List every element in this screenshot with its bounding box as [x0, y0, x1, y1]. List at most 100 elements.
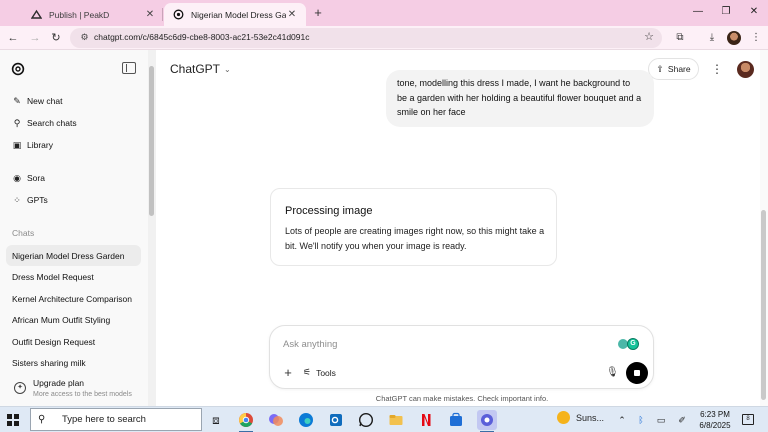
- clock-date: 6/8/2025: [699, 420, 731, 430]
- reload-button[interactable]: ↻: [48, 30, 64, 46]
- share-icon: ⇪: [656, 63, 664, 74]
- disclaimer-text: ChatGPT can make mistakes. Check importa…: [375, 394, 549, 403]
- bluetooth-icon[interactable]: ᛒ: [634, 413, 648, 427]
- task-view-icon[interactable]: ⧈: [206, 410, 226, 430]
- close-window-button[interactable]: ✕: [740, 4, 768, 20]
- bookmark-star-icon[interactable]: ☆: [644, 31, 654, 44]
- whatsapp-icon[interactable]: [356, 410, 376, 430]
- tab-chatgpt[interactable]: Nigerian Model Dress Garden ✕: [164, 3, 306, 26]
- microphone-icon[interactable]: 🎙: [606, 366, 619, 380]
- add-attachment-icon[interactable]: +: [281, 366, 295, 380]
- new-tab-button[interactable]: +: [310, 5, 326, 21]
- netflix-icon[interactable]: [416, 410, 436, 430]
- taskbar-search-box[interactable]: ⚲ Type here to search: [30, 408, 202, 431]
- notification-count: 8: [746, 416, 750, 422]
- minimize-button[interactable]: —: [684, 4, 712, 20]
- tab-peakd[interactable]: Publish | PeakD ✕: [22, 3, 164, 26]
- microsoft-store-icon[interactable]: [446, 410, 466, 430]
- close-icon[interactable]: ✕: [286, 9, 298, 21]
- sidebar-item-label: New chat: [27, 96, 63, 106]
- copilot-icon[interactable]: [266, 410, 286, 430]
- library-icon: ▣: [12, 139, 22, 150]
- outlook-icon[interactable]: [326, 410, 346, 430]
- tools-button[interactable]: ⚟ Tools: [303, 367, 336, 378]
- sidebar-item-new-chat[interactable]: ✎ New chat: [6, 91, 141, 111]
- browser-profile-avatar[interactable]: [727, 31, 741, 45]
- windows-taskbar: ⚲ Type here to search ⧈ Suns... ⌃ ᛒ ▭ ✐ …: [0, 406, 768, 432]
- clock-time: 6:23 PM: [700, 410, 730, 419]
- stop-generating-button[interactable]: [626, 362, 648, 384]
- peakd-icon: [30, 9, 42, 21]
- chat-item[interactable]: Sisters sharing milk: [6, 352, 141, 373]
- sidebar-item-label: Sora: [27, 173, 45, 183]
- tray-chevron-up-icon[interactable]: ⌃: [615, 413, 629, 427]
- sidebar-item-library[interactable]: ▣ Library: [6, 135, 141, 155]
- chatgpt-favicon: [172, 9, 184, 21]
- url-text[interactable]: chatgpt.com/c/6845c6d9-cbe8-8003-ac21-53…: [94, 32, 309, 42]
- share-button[interactable]: ⇪ Share: [648, 58, 699, 80]
- site-info-icon[interactable]: ⚙: [78, 31, 91, 44]
- sidebar-item-sora[interactable]: ◉ Sora: [6, 168, 141, 188]
- taskbar-clock[interactable]: 6:23 PM 6/8/2025: [693, 410, 737, 431]
- sidebar-scrollbar[interactable]: [148, 50, 156, 406]
- tools-label: Tools: [316, 367, 336, 378]
- address-bar[interactable]: ⚙ chatgpt.com/c/6845c6d9-cbe8-8003-ac21-…: [70, 28, 662, 48]
- sidebar-item-gpts[interactable]: ⁘ GPTs: [6, 190, 141, 210]
- upgrade-plan-button[interactable]: ✦ Upgrade plan More access to the best m…: [6, 375, 146, 403]
- message-composer[interactable]: Ask anything G + ⚟ Tools 🎙: [269, 325, 654, 389]
- chat-item[interactable]: Dress Model Request: [6, 266, 141, 287]
- browser-menu-icon[interactable]: ⋮: [749, 31, 763, 45]
- chevron-down-icon: ⌄: [224, 64, 231, 74]
- tools-sliders-icon: ⚟: [303, 367, 312, 377]
- forward-button[interactable]: →: [27, 30, 43, 46]
- windows-start-icon[interactable]: [7, 414, 19, 426]
- chats-section-label: Chats: [12, 228, 35, 238]
- grammarly-icon[interactable]: G: [618, 338, 642, 350]
- pen-icon[interactable]: ✐: [675, 413, 689, 427]
- chat-item[interactable]: Outfit Design Request: [6, 331, 141, 352]
- file-explorer-icon[interactable]: [386, 410, 406, 430]
- grammarly-g-icon: G: [627, 338, 639, 350]
- download-icon[interactable]: ⤓: [705, 31, 719, 45]
- restore-button[interactable]: ❐: [712, 4, 740, 20]
- tab-title: Publish | PeakD: [49, 9, 110, 20]
- back-button[interactable]: ←: [5, 30, 21, 46]
- gpts-icon: ⁘: [13, 194, 21, 205]
- close-icon[interactable]: ✕: [144, 9, 156, 21]
- weather-sun-icon: [557, 411, 570, 424]
- new-chat-icon: ✎: [13, 95, 21, 106]
- taskbar-search-placeholder: Type here to search: [62, 414, 146, 425]
- weather-text: Suns...: [576, 412, 605, 423]
- more-options-icon[interactable]: ⋮: [709, 60, 725, 78]
- chat-item[interactable]: African Mum Outfit Styling: [6, 309, 141, 330]
- notification-icon[interactable]: 8: [742, 414, 754, 425]
- main-scrollbar[interactable]: [760, 50, 768, 406]
- edge-icon[interactable]: [296, 410, 316, 430]
- message-input[interactable]: Ask anything: [283, 339, 337, 350]
- tab-divider: [162, 8, 163, 21]
- avatar[interactable]: [737, 61, 754, 78]
- upgrade-subtitle: More access to the best models: [33, 391, 132, 398]
- chrome-icon[interactable]: [236, 410, 256, 432]
- upgrade-title: Upgrade plan: [33, 378, 85, 388]
- model-selector[interactable]: ChatGPT ⌄: [170, 62, 231, 76]
- search-icon: ⚲: [13, 117, 21, 128]
- toggle-sidebar-icon[interactable]: [122, 62, 136, 74]
- weather-widget[interactable]: Suns...: [557, 411, 604, 424]
- sidebar-item-label: GPTs: [27, 195, 48, 205]
- processing-title: Processing image: [285, 205, 373, 217]
- openai-logo-icon[interactable]: [11, 62, 25, 76]
- chat-item[interactable]: Kernel Architecture Comparison: [6, 288, 141, 309]
- share-label: Share: [667, 64, 691, 74]
- search-icon: ⚲: [38, 414, 46, 425]
- sidebar-item-search-chats[interactable]: ⚲ Search chats: [6, 113, 141, 133]
- sidebar-item-label: Library: [27, 140, 53, 150]
- chatgpt-app-icon[interactable]: [477, 410, 497, 432]
- battery-icon[interactable]: ▭: [654, 413, 668, 427]
- processing-image-card: Processing image Lots of people are crea…: [270, 188, 557, 266]
- scrollbar-thumb[interactable]: [761, 210, 766, 400]
- upgrade-icon: ✦: [14, 382, 26, 394]
- chat-item[interactable]: Nigerian Model Dress Garden: [6, 245, 141, 266]
- extensions-icon[interactable]: ⧉: [673, 31, 687, 45]
- scrollbar-thumb[interactable]: [149, 66, 154, 216]
